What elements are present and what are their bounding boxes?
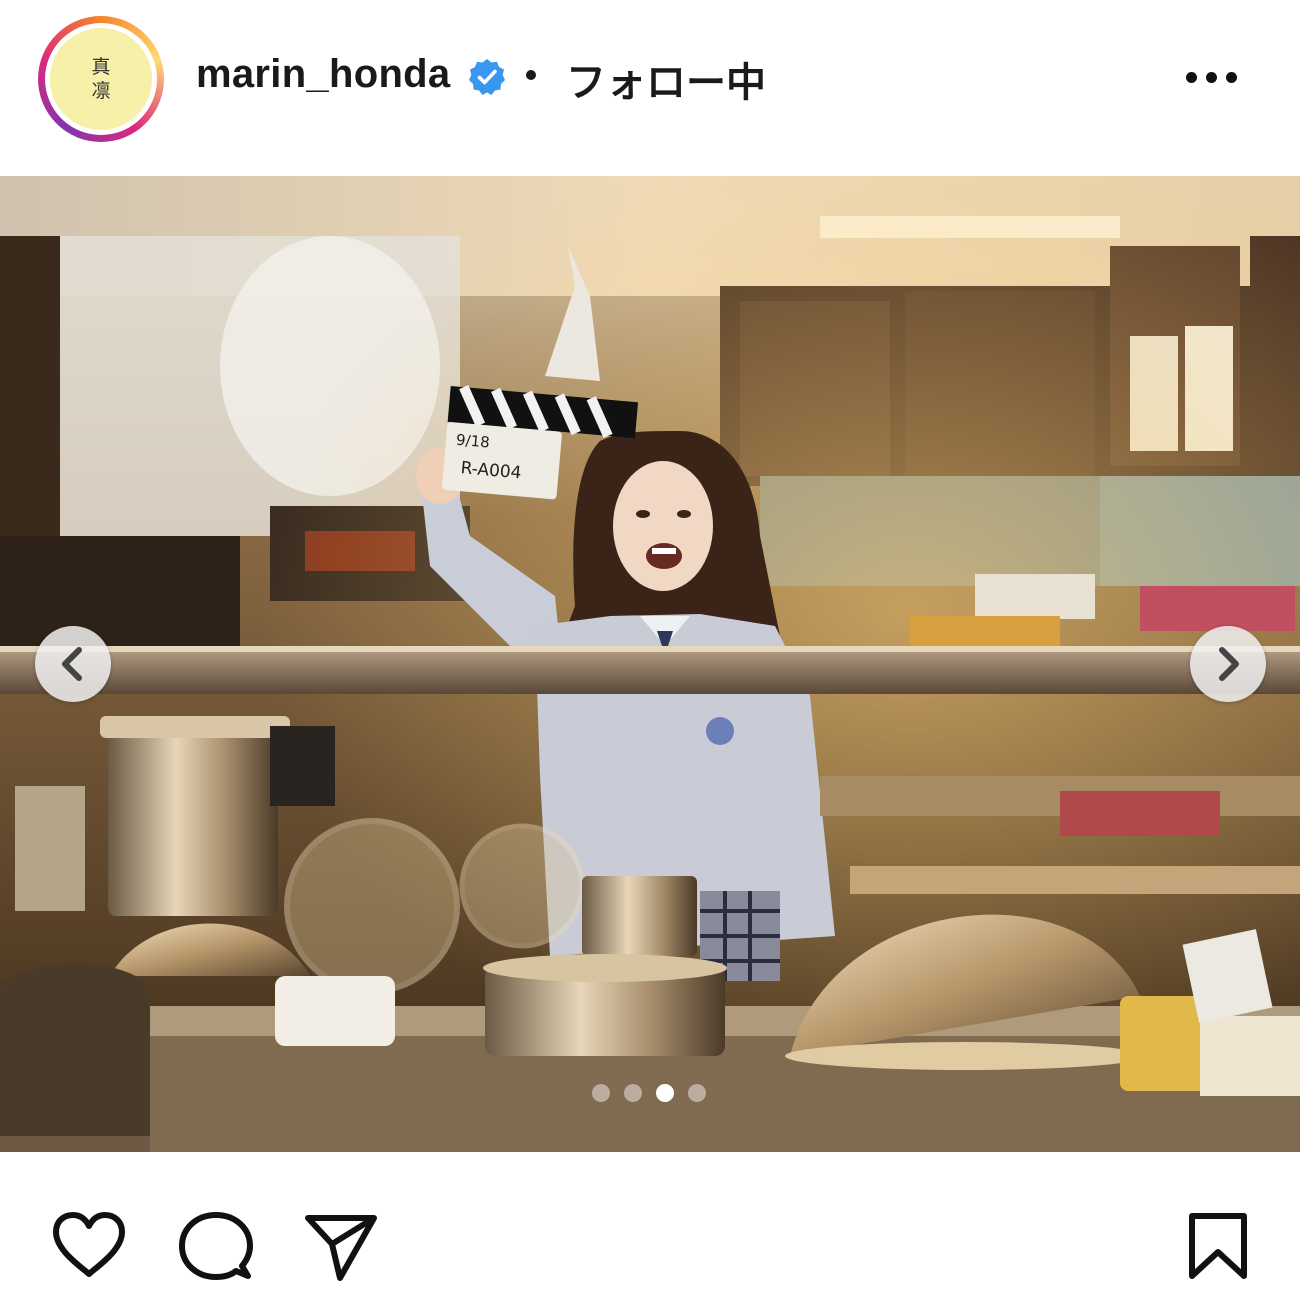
chevron-right-icon — [1219, 647, 1239, 681]
separator-dot — [526, 70, 536, 80]
carousel-dot — [688, 1084, 706, 1102]
story-ring[interactable]: 真 凛 — [38, 16, 164, 142]
carousel-dot — [592, 1084, 610, 1102]
paper-plane-icon[interactable] — [302, 1210, 380, 1284]
bookmark-icon[interactable] — [1186, 1212, 1250, 1282]
avatar-char-2: 凛 — [91, 80, 111, 102]
post-header: 真 凛 marin_honda フォロー中 — [0, 0, 1300, 160]
carousel-dot — [624, 1084, 642, 1102]
clapper-date: 9/18 — [455, 431, 490, 452]
verified-badge-icon — [469, 59, 505, 95]
carousel-dot-active — [656, 1084, 674, 1102]
photo-scene: 9/18 R-A004 — [0, 176, 1300, 1152]
avatar[interactable]: 真 凛 — [50, 28, 152, 130]
carousel-next-button[interactable] — [1190, 626, 1266, 702]
avatar-border: 真 凛 — [45, 23, 157, 135]
avatar-char-1: 真 — [91, 56, 111, 78]
username-link[interactable]: marin_honda — [196, 52, 450, 97]
comment-icon[interactable] — [178, 1210, 254, 1286]
more-options-icon[interactable] — [1184, 68, 1240, 88]
carousel-prev-button[interactable] — [35, 626, 111, 702]
heart-icon[interactable] — [50, 1210, 128, 1280]
carousel-indicator — [592, 1084, 712, 1104]
chevron-left-icon — [62, 647, 82, 681]
post-photo[interactable]: 9/18 R-A004 — [0, 176, 1300, 1152]
following-button[interactable]: フォロー中 — [566, 50, 766, 108]
post-action-bar — [0, 1160, 1300, 1314]
